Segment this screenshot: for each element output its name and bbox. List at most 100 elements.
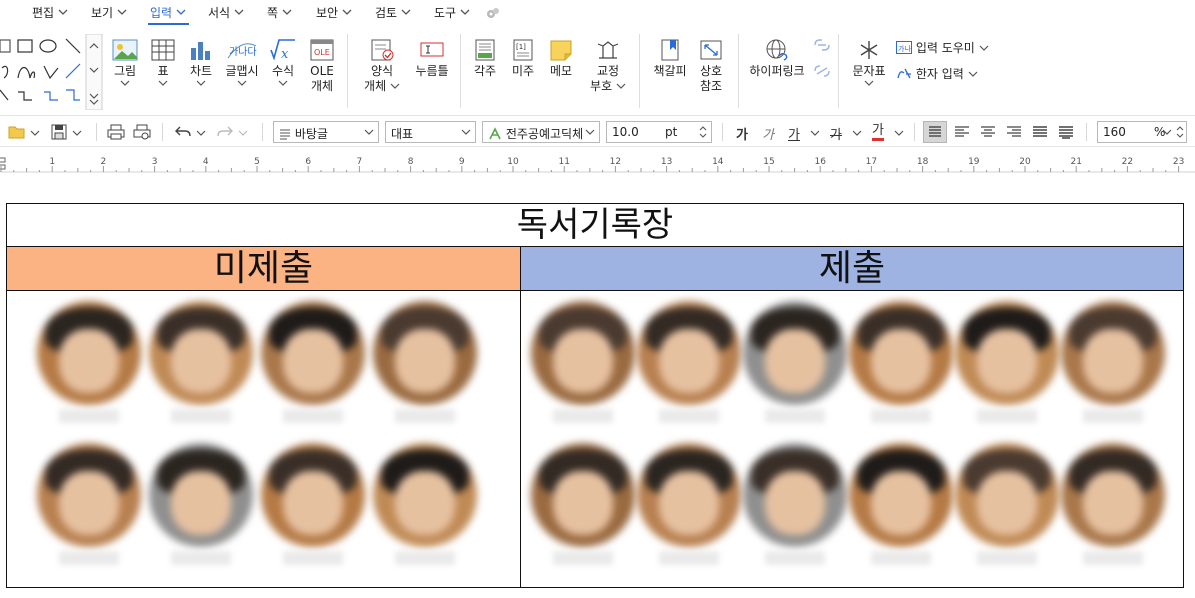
student-photo[interactable] bbox=[743, 443, 847, 573]
student-photo[interactable] bbox=[531, 443, 635, 573]
font-icon bbox=[489, 127, 501, 140]
student-photo[interactable] bbox=[743, 301, 847, 431]
hanja-input-button[interactable]: 한자 입력 bbox=[896, 65, 978, 82]
student-photo[interactable] bbox=[637, 301, 741, 431]
settings-gear-icon[interactable] bbox=[485, 5, 501, 21]
zoom-input[interactable]: 160 % bbox=[1097, 121, 1187, 143]
submitted-cell[interactable] bbox=[521, 291, 1183, 587]
chevron-down-icon[interactable] bbox=[810, 129, 820, 137]
memo-button[interactable]: 메모 bbox=[544, 38, 578, 79]
chevron-down-icon[interactable] bbox=[894, 129, 904, 137]
shape-gallery[interactable] bbox=[0, 34, 104, 110]
student-photo[interactable] bbox=[149, 443, 253, 573]
click-field-button[interactable]: 누름틀 bbox=[410, 38, 454, 79]
ole-object-button[interactable]: OLE OLE 개체 bbox=[304, 38, 340, 94]
align-justify-button[interactable] bbox=[923, 121, 947, 143]
spinner-icon bbox=[699, 126, 707, 138]
strikethrough-button[interactable]: 가 bbox=[830, 124, 842, 143]
student-photo[interactable] bbox=[955, 301, 1059, 431]
unlink-icon[interactable] bbox=[812, 64, 832, 78]
chevron-down-icon bbox=[158, 80, 168, 86]
chevron-down-icon bbox=[968, 71, 978, 77]
chevron-down-icon[interactable] bbox=[196, 129, 206, 137]
cross-reference-button[interactable]: 상호 참조 bbox=[694, 38, 728, 94]
ruler-number: 15 bbox=[763, 157, 774, 167]
chevron-down-icon[interactable] bbox=[72, 129, 82, 137]
font-color-button[interactable]: 가 bbox=[872, 124, 884, 141]
student-photo[interactable] bbox=[849, 301, 953, 431]
style-select[interactable]: 바탕글 bbox=[273, 121, 379, 143]
student-photo[interactable] bbox=[149, 301, 253, 431]
hyperlink-button[interactable]: 하이퍼링크 bbox=[746, 38, 808, 79]
student-photo[interactable] bbox=[373, 301, 477, 431]
chevron-down-icon[interactable] bbox=[30, 129, 40, 137]
divide-align-icon[interactable] bbox=[1057, 123, 1075, 141]
font-size-input[interactable]: 10.0 pt bbox=[606, 121, 712, 143]
picture-button[interactable]: 그림 bbox=[108, 38, 142, 87]
menu-insert[interactable]: 입력 bbox=[147, 4, 190, 25]
table-button[interactable]: 표 bbox=[146, 38, 180, 87]
ruler-number: 5 bbox=[254, 157, 260, 167]
spinner-icon bbox=[1176, 126, 1184, 138]
ruler-number: 9 bbox=[459, 157, 465, 167]
student-photo[interactable] bbox=[37, 443, 141, 573]
bookmark-button[interactable]: 책갈피 bbox=[650, 38, 690, 79]
menu-format[interactable]: 서식 bbox=[208, 4, 245, 22]
hanja-icon bbox=[897, 68, 911, 79]
student-photo[interactable] bbox=[261, 301, 365, 431]
align-right-icon[interactable] bbox=[1005, 123, 1023, 141]
character-map-button[interactable]: 문자표 bbox=[848, 38, 890, 87]
menu-edit[interactable]: 편집 bbox=[32, 4, 69, 22]
footnote-button[interactable]: 각주 bbox=[468, 38, 502, 79]
open-folder-icon[interactable] bbox=[8, 123, 26, 141]
student-photo[interactable] bbox=[531, 301, 635, 431]
menu-review[interactable]: 검토 bbox=[375, 4, 412, 22]
menu-security[interactable]: 보안 bbox=[316, 4, 353, 22]
input-helper-button[interactable]: 가나 입력 도우미 bbox=[896, 39, 989, 56]
chevron-down-icon bbox=[342, 9, 352, 15]
wordart-button[interactable]: 가나다 글맵시 bbox=[222, 38, 262, 87]
endnote-button[interactable]: [1] 미주 bbox=[506, 38, 540, 79]
student-photo[interactable] bbox=[373, 443, 477, 573]
menu-page[interactable]: 쪽 bbox=[267, 4, 293, 22]
distribute-icon[interactable] bbox=[1031, 123, 1049, 141]
student-photo[interactable] bbox=[849, 443, 953, 573]
undo-icon[interactable] bbox=[174, 123, 192, 141]
ruler-number: 20 bbox=[1019, 157, 1031, 167]
horizontal-ruler[interactable]: 1 2 3 4 5 6 7 8 9 10 11 12 13 14 15 16 17 18 19 20 21 22 23 bbox=[0, 148, 1195, 178]
ruler-number: 18 bbox=[917, 157, 929, 167]
save-icon[interactable] bbox=[50, 123, 68, 141]
font-select[interactable]: 전주공예고딕체 bbox=[482, 121, 600, 143]
menu-view[interactable]: 보기 bbox=[91, 4, 128, 22]
not-submitted-header[interactable]: 미제출 bbox=[7, 247, 521, 291]
not-submitted-cell[interactable] bbox=[7, 291, 521, 587]
student-photo[interactable] bbox=[1061, 301, 1165, 431]
student-photo[interactable] bbox=[261, 443, 365, 573]
align-center-icon[interactable] bbox=[979, 123, 997, 141]
reading-log-table[interactable]: 독서기록장 미제출 제출 bbox=[6, 203, 1184, 588]
proofreading-marks-button[interactable]: 교정 부호 bbox=[588, 38, 628, 94]
student-photo[interactable] bbox=[1061, 443, 1165, 573]
underline-button[interactable]: 가 bbox=[788, 124, 800, 143]
student-photo[interactable] bbox=[637, 443, 741, 573]
bold-button[interactable]: 가 bbox=[736, 124, 748, 143]
link-icon[interactable] bbox=[812, 38, 832, 52]
print-preview-icon[interactable] bbox=[133, 123, 151, 141]
formula-button[interactable]: x 수식 bbox=[266, 38, 300, 87]
student-photo[interactable] bbox=[955, 443, 1059, 573]
redo-icon[interactable] bbox=[216, 123, 234, 141]
student-photo[interactable] bbox=[37, 301, 141, 431]
print-icon[interactable] bbox=[107, 123, 125, 141]
italic-button[interactable]: 가 bbox=[762, 124, 774, 143]
menu-tools[interactable]: 도구 bbox=[434, 4, 471, 22]
chart-button[interactable]: 차트 bbox=[184, 38, 218, 87]
chevron-down-icon[interactable] bbox=[238, 129, 248, 137]
submitted-header[interactable]: 제출 bbox=[521, 247, 1183, 291]
language-select[interactable]: 대표 bbox=[385, 121, 476, 143]
chevron-down-icon[interactable] bbox=[852, 129, 862, 137]
footnote-icon bbox=[475, 39, 495, 61]
table-title[interactable]: 독서기록장 bbox=[7, 204, 1183, 247]
form-object-button[interactable]: 양식 개체 bbox=[362, 38, 402, 94]
align-left-icon[interactable] bbox=[953, 123, 971, 141]
chevron-down-icon bbox=[234, 9, 244, 15]
